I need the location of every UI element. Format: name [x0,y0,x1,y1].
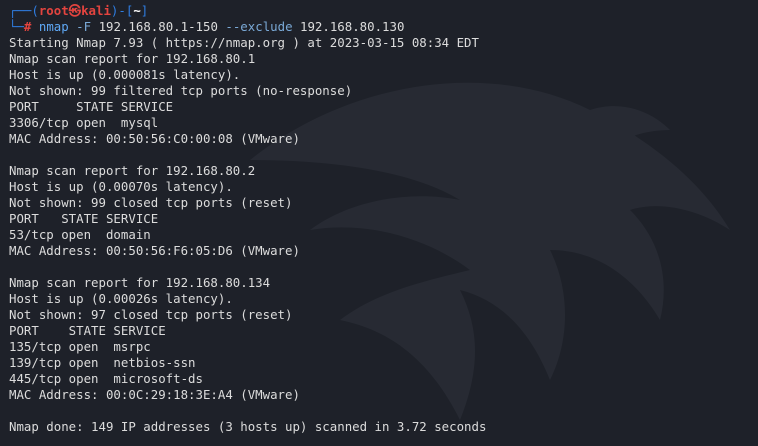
output-line: Host is up (0.000081s latency). [9,67,241,82]
command-excluded-host: 192.168.80.130 [300,19,405,34]
prompt-line: ┌──(root㉿kali)-[~] [9,3,758,19]
command-line: └─# nmap -F 192.168.80.1-150 --exclude 1… [9,19,758,35]
output-line: 135/tcp open msrpc [9,339,151,354]
output-line: 445/tcp open microsoft-ds [9,371,203,386]
command-program: nmap [38,19,69,34]
output-line: PORT STATE SERVICE [9,323,166,338]
command-target-range: 192.168.80.1-150 [98,19,218,34]
output-line: MAC Address: 00:50:56:F6:05:D6 (VMware) [9,243,300,258]
output-line: 53/tcp open domain [9,227,151,242]
output-line: PORT STATE SERVICE [9,99,174,114]
output-line: Nmap scan report for 192.168.80.2 [9,163,256,178]
output-line: Nmap scan report for 192.168.80.1 [9,51,256,66]
output-line: Starting Nmap 7.93 ( https://nmap.org ) … [9,35,479,50]
output-blank-line [9,259,758,275]
output-line: Not shown: 99 filtered tcp ports (no-res… [9,83,353,98]
output-line: MAC Address: 00:50:56:C0:00:08 (VMware) [9,131,300,146]
command-flag-exclude: --exclude [225,19,293,34]
output-line: 3306/tcp open mysql [9,115,159,130]
prompt-directory: ~ [133,3,141,18]
prompt-user-host: root㉿kali [38,3,111,18]
prompt-frame-mid: )-[ [110,3,134,18]
output-line: Not shown: 99 closed tcp ports (reset) [9,195,293,210]
output-line: Not shown: 97 closed tcp ports (reset) [9,307,293,322]
prompt-symbol: # [23,19,32,34]
output-line: 139/tcp open netbios-ssn [9,355,196,370]
output-line: MAC Address: 00:0C:29:18:3E:A4 (VMware) [9,387,300,402]
output-line: Host is up (0.00070s latency). [9,179,233,194]
output-blank-line [9,403,758,419]
output-blank-line [9,147,758,163]
output-line: Nmap scan report for 192.168.80.134 [9,275,271,290]
prompt-frame-close: ] [140,3,149,18]
command-flag-fast: -F [76,19,92,34]
command-output: Starting Nmap 7.93 ( https://nmap.org ) … [9,35,758,435]
prompt-frame-open: ┌──( [9,3,39,18]
output-line: Nmap done: 149 IP addresses (3 hosts up)… [9,419,487,434]
terminal-window[interactable]: ┌──(root㉿kali)-[~] └─# nmap -F 192.168.8… [0,0,758,446]
prompt-frame-bottom: └─ [9,19,24,34]
output-line: PORT STATE SERVICE [9,211,159,226]
output-line: Host is up (0.00026s latency). [9,291,233,306]
terminal-content: ┌──(root㉿kali)-[~] └─# nmap -F 192.168.8… [9,3,758,435]
